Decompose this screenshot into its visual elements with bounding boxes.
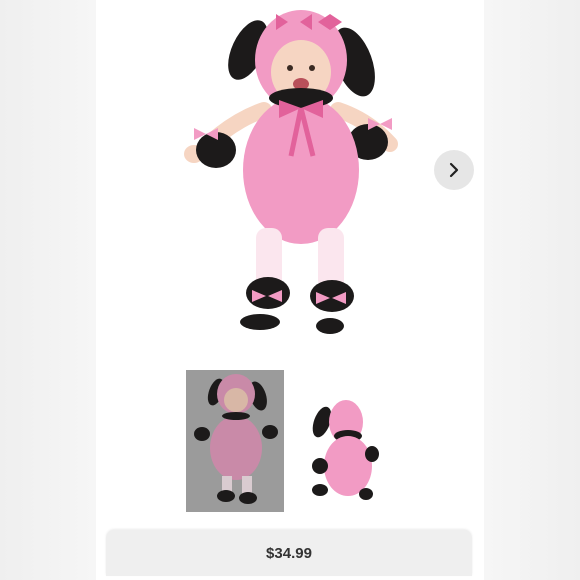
main-product-photo[interactable] — [96, 0, 484, 350]
poodle-costume-baby-image — [184, 10, 398, 334]
thumbnail-2-image — [312, 400, 379, 500]
chevron-right-icon — [449, 162, 459, 178]
next-image-button[interactable] — [434, 150, 474, 190]
thumbnail-1-image — [194, 374, 278, 504]
thumbnail-1[interactable] — [186, 370, 284, 512]
thumbnail-2[interactable] — [292, 370, 390, 512]
left-margin — [0, 0, 96, 580]
listing-panel: $34.99 — [96, 0, 484, 580]
price-label: $34.99 — [266, 544, 312, 562]
right-margin — [484, 0, 580, 580]
price-bar[interactable]: $34.99 — [106, 530, 472, 576]
